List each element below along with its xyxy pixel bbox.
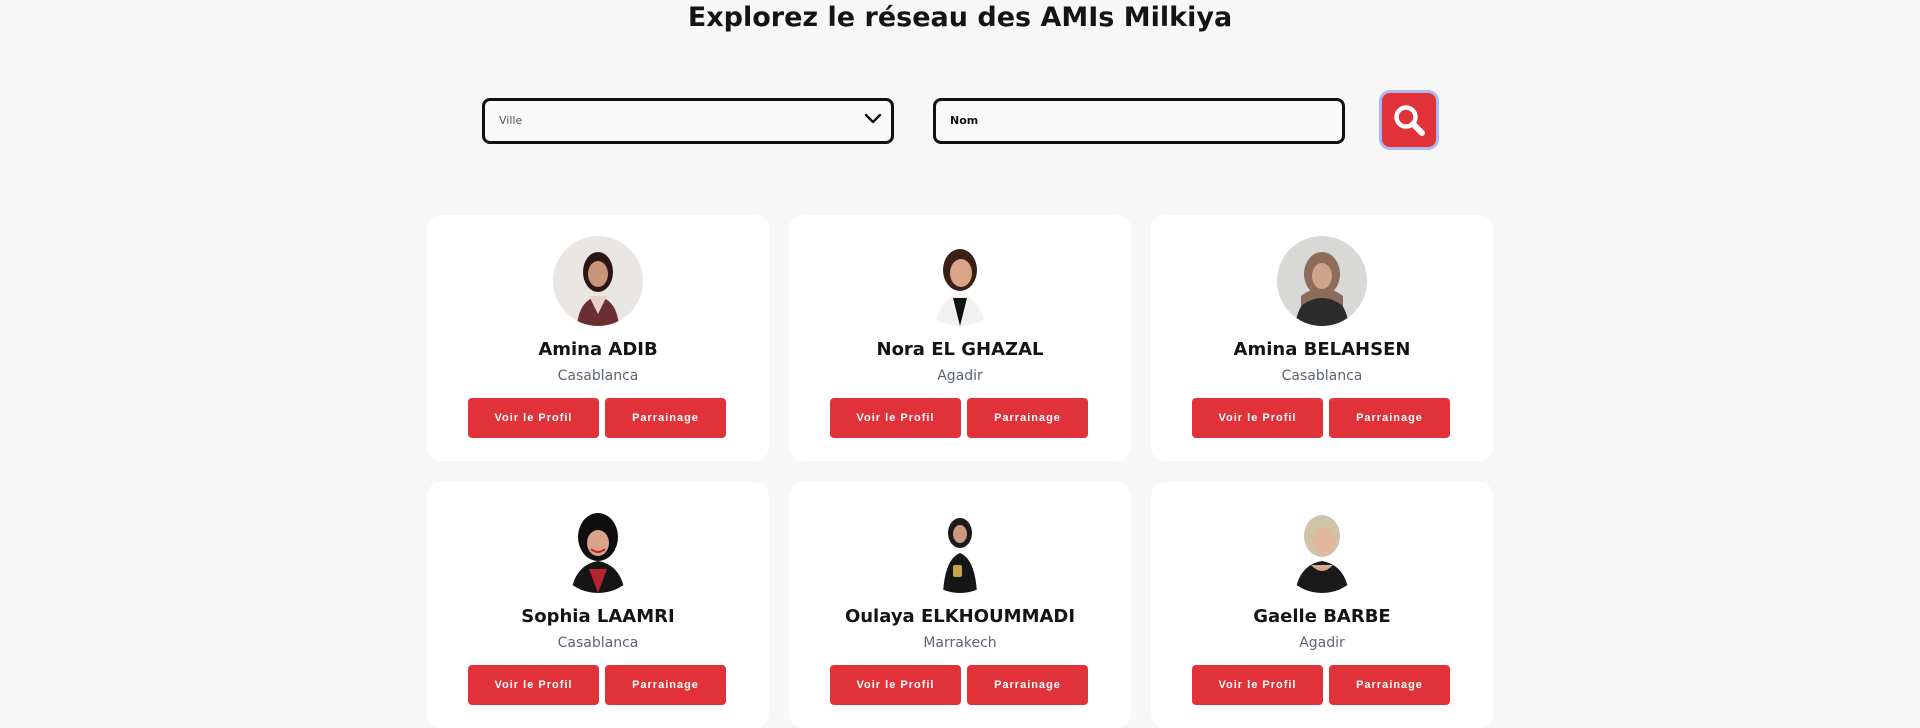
member-avatar [915, 503, 1005, 593]
chevron-down-icon [864, 113, 882, 124]
referral-button[interactable]: Parrainage [967, 398, 1088, 438]
member-card: Oulaya ELKHOUMMADI Marrakech Voir le Pro… [789, 482, 1131, 728]
member-card: Amina ADIB Casablanca Voir le Profil Par… [427, 215, 769, 461]
member-avatar [1277, 236, 1367, 326]
member-card: Sophia LAAMRI Casablanca Voir le Profil … [427, 482, 769, 728]
referral-button[interactable]: Parrainage [605, 665, 726, 705]
member-card: Nora EL GHAZAL Agadir Voir le Profil Par… [789, 215, 1131, 461]
city-select-value: Ville [499, 114, 523, 127]
member-avatar [1277, 503, 1367, 593]
member-avatar [553, 236, 643, 326]
member-avatar [553, 503, 643, 593]
view-profile-button[interactable]: Voir le Profil [468, 665, 599, 705]
member-city: Marrakech [923, 635, 997, 651]
name-search-input-value: Nom [950, 114, 979, 127]
search-button[interactable] [1382, 93, 1436, 147]
member-card: Amina BELAHSEN Casablanca Voir le Profil… [1151, 215, 1493, 461]
city-select[interactable]: Ville [482, 98, 894, 144]
referral-button[interactable]: Parrainage [1329, 398, 1450, 438]
view-profile-button[interactable]: Voir le Profil [830, 665, 961, 705]
view-profile-button[interactable]: Voir le Profil [1192, 398, 1323, 438]
view-profile-button[interactable]: Voir le Profil [468, 398, 599, 438]
member-card: Gaelle BARBE Agadir Voir le Profil Parra… [1151, 482, 1493, 728]
view-profile-button[interactable]: Voir le Profil [1192, 665, 1323, 705]
member-name: Amina ADIB [538, 339, 658, 360]
name-search-input[interactable]: Nom [933, 98, 1345, 144]
view-profile-button[interactable]: Voir le Profil [830, 398, 961, 438]
referral-button[interactable]: Parrainage [1329, 665, 1450, 705]
member-city: Casablanca [1281, 368, 1363, 384]
referral-button[interactable]: Parrainage [967, 665, 1088, 705]
member-name: Nora EL GHAZAL [876, 339, 1044, 360]
referral-button[interactable]: Parrainage [605, 398, 726, 438]
page-title: Explorez le réseau des AMIs Milkiya [687, 2, 1233, 33]
search-icon [1394, 105, 1425, 136]
member-name: Amina BELAHSEN [1233, 339, 1411, 360]
member-name: Oulaya ELKHOUMMADI [844, 606, 1076, 627]
member-city: Agadir [1299, 635, 1345, 651]
member-city: Casablanca [557, 635, 639, 651]
member-avatar [915, 236, 1005, 326]
member-name: Sophia LAAMRI [521, 606, 675, 627]
member-name: Gaelle BARBE [1253, 606, 1391, 627]
member-city: Agadir [937, 368, 983, 384]
member-city: Casablanca [557, 368, 639, 384]
